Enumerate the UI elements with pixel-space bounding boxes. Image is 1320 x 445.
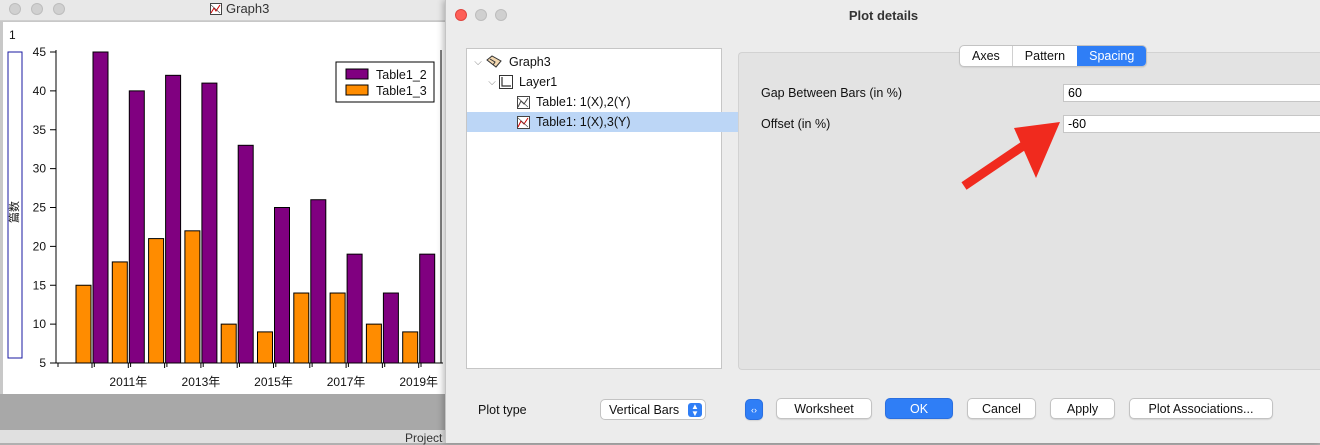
y-tick-label: 10 (33, 317, 47, 331)
y-tick-label: 25 (33, 201, 47, 215)
bar-Table1_2-2013年 (201, 82, 218, 364)
y-axis-title: 篇数 (7, 201, 21, 223)
bar-Table1_2-2014年 (237, 144, 254, 364)
bar-Table1_3-2017年 (329, 292, 346, 364)
graph-canvas[interactable]: 1 篇数 5 10 15 20 25 30 35 40 45 2011年 2013年 2015年 2017… (3, 22, 445, 394)
layer-icon (499, 75, 513, 89)
chart-legend[interactable]: Table1_2 Table1_3 (335, 61, 435, 103)
chevron-down-icon[interactable]: ⌵ (471, 57, 485, 68)
chevrons-icon: ‹› (751, 404, 757, 415)
tab-pattern[interactable]: Pattern (1011, 46, 1077, 66)
gap-between-bars-input[interactable] (1063, 84, 1320, 102)
bar-Table1_3-2013年 (184, 230, 201, 364)
y-tick-label: 40 (33, 84, 47, 98)
annotation-arrow-icon (961, 122, 1060, 190)
plot-associations-button[interactable]: Plot Associations... (1129, 398, 1273, 419)
bar-Table1_2-2012年 (165, 74, 182, 364)
y-tick-label: 35 (33, 123, 47, 137)
bar-Table1_3-2010年 (75, 284, 92, 364)
tree-item-label: Layer1 (519, 75, 558, 89)
x-tick-label: 2013年 (182, 375, 221, 389)
graph-folder-icon (486, 55, 502, 68)
bar-Table1_3-2016年 (293, 292, 310, 364)
plot-type-select[interactable]: Vertical Bars ▲ ▼ (600, 399, 706, 420)
bar-Table1_2-2015年 (274, 207, 290, 364)
ok-button[interactable]: OK (885, 398, 953, 419)
y-tick-label: 20 (33, 239, 47, 253)
bar-Table1_3-2012年 (148, 238, 165, 364)
tree-item-label: Graph3 (509, 55, 551, 69)
minimize-window-button[interactable] (31, 3, 43, 15)
offset-label: Offset (in %) (761, 117, 831, 131)
bar-Table1_2-2011年 (128, 90, 145, 364)
tree-item-plot-3[interactable]: Table1: 1(X),3(Y) (467, 112, 771, 132)
x-tick-label: 2015年 (254, 375, 293, 389)
legend-label: Table1_2 (376, 68, 427, 82)
x-tick-label: 2019年 (399, 375, 438, 389)
x-tick-label: 2017年 (327, 375, 366, 389)
bar-Table1_2-2018年 (382, 292, 399, 364)
tree-item-layer[interactable]: ⌵ Layer1 (467, 72, 739, 92)
tab-axes[interactable]: Axes (960, 46, 1012, 66)
y-tick-label: 5 (39, 356, 46, 370)
y-tick-label: 30 (33, 162, 47, 176)
offset-input[interactable] (1063, 115, 1320, 133)
legend-swatch (345, 68, 369, 80)
tree-item-label: Table1: 1(X),3(Y) (536, 115, 631, 129)
dialog-titlebar: Plot details (446, 0, 1320, 30)
legend-label: Table1_3 (376, 84, 427, 98)
y-tick-label: 45 (33, 45, 47, 59)
tree-item-graph[interactable]: ⌵ Graph3 (467, 52, 725, 72)
bar-Table1_3-2014年 (220, 323, 237, 364)
legend-swatch (345, 84, 369, 96)
plot-tree[interactable]: ⌵ Graph3 ⌵ Layer1 Table1: 1(X),2(Y) Tabl… (466, 48, 771, 369)
bar-chart[interactable]: 篇数 5 10 15 20 25 30 35 40 45 2011年 2013年 2015年 2017年 2… (3, 22, 445, 394)
gap-between-bars-label: Gap Between Bars (in %) (761, 86, 903, 100)
graph-status-bar (0, 394, 460, 430)
apply-button[interactable]: Apply (1050, 398, 1115, 419)
cancel-button[interactable]: Cancel (967, 398, 1036, 419)
bar-Table1_3-2015年 (257, 331, 273, 364)
bar-Table1_3-2019年 (402, 331, 419, 364)
graph-icon (210, 2, 222, 15)
zoom-window-button[interactable] (53, 3, 65, 15)
plot-type-value: Vertical Bars (609, 402, 680, 417)
plot-type-label: Plot type (478, 403, 527, 417)
tree-item-label: Table1: 1(X),2(Y) (536, 95, 631, 109)
bar-Table1_3-2011年 (111, 261, 128, 364)
graph-titlebar: Graph3 (0, 0, 460, 21)
y-tick-label: 15 (33, 278, 47, 292)
x-tick-label: 2011年 (109, 375, 147, 389)
bar-Table1_2-2010年 (92, 51, 109, 364)
bar-Table1_2-2016年 (310, 199, 327, 364)
tab-spacing[interactable]: Spacing (1077, 46, 1147, 66)
graph-window: Graph3 1 篇数 5 10 15 20 25 30 35 40 45 2011年 2013年 20… (0, 0, 460, 445)
select-arrows-icon: ▲ ▼ (688, 403, 702, 418)
dialog-title: Plot details (848, 8, 919, 23)
plot-details-dialog: Plot details ⌵ Graph3 ⌵ Layer1 Table1: 1… (445, 0, 1320, 443)
chevron-down-icon[interactable]: ⌵ (485, 77, 499, 88)
tab-bar: Axes Pattern Spacing (959, 45, 1148, 67)
bar-Table1_3-2018年 (365, 323, 382, 364)
project-bar (0, 430, 460, 443)
bar-Table1_2-2017年 (346, 253, 363, 364)
collapse-toggle-button[interactable]: ‹› (745, 399, 763, 420)
graph-title-text: Graph3 (226, 1, 270, 16)
plot-icon (517, 95, 530, 109)
close-window-button[interactable] (9, 3, 21, 15)
plot-icon (517, 115, 530, 129)
bar-Table1_2-2019年 (419, 253, 436, 364)
window-title: Graph3 (210, 1, 269, 16)
tree-item-plot-2[interactable]: Table1: 1(X),2(Y) (467, 92, 771, 112)
worksheet-button[interactable]: Worksheet (776, 398, 872, 419)
